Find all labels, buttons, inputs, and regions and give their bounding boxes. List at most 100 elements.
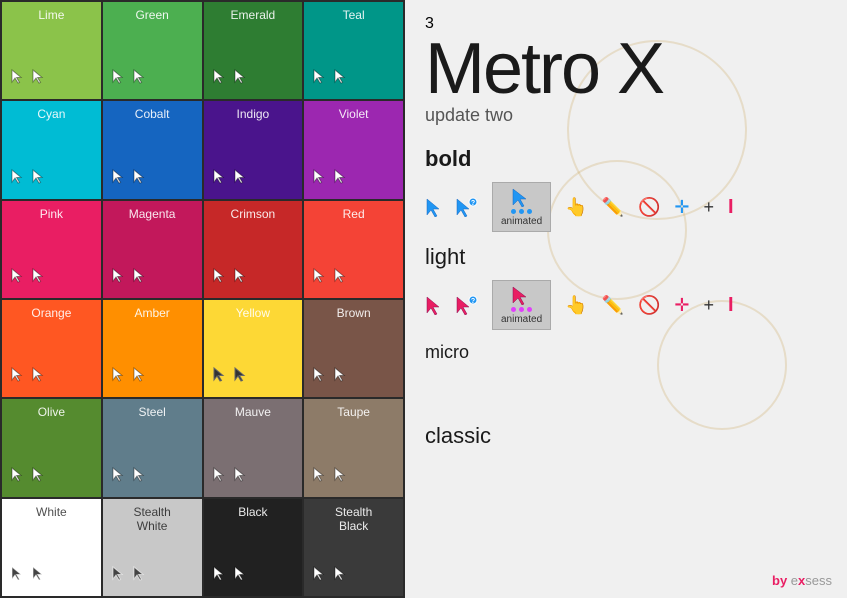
dot2 [519,209,524,214]
cursor-arrow-1 [132,466,145,487]
svg-text:?: ? [471,298,475,305]
color-tile-taupe[interactable]: Taupe [304,399,403,496]
cursor-row [10,366,44,391]
cursor-arrow-1 [132,565,145,586]
cursor-row [212,68,246,93]
cursor-arrow-1 [233,565,246,586]
light-animated-label: animated [501,314,542,325]
cursor-row [10,168,44,193]
color-tile-green[interactable]: Green [103,2,202,99]
cursor-row [111,267,145,292]
cursor-arrow-1 [333,366,346,387]
tile-label: Violet [312,107,395,121]
tile-label: Yellow [212,306,295,320]
ldot2 [519,307,524,312]
light-hand-cursor: 👆 [565,295,587,316]
app-title: Metro X [425,33,827,105]
cursor-row [111,366,145,391]
cursor-arrow-0 [312,68,325,89]
cursor-arrow-0 [111,366,124,387]
cursor-arrow-0 [312,565,325,586]
color-tile-emerald[interactable]: Emerald [204,2,303,99]
tile-label: Cobalt [111,107,194,121]
cursor-arrow-1 [31,267,44,288]
tile-label: Mauve [212,405,295,419]
color-tile-cobalt[interactable]: Cobalt [103,101,202,198]
right-panel: 3 Metro X update two bold ? [405,0,847,598]
cursor-row [212,466,246,491]
color-tile-amber[interactable]: Amber [103,300,202,397]
bold-showcase: ? animated 👆 ✏️ 🚫 ✛ + I [425,182,827,232]
tile-label: Emerald [212,8,295,22]
dot3 [527,209,532,214]
color-tile-cyan[interactable]: Cyan [2,101,101,198]
cursor-row [111,68,145,93]
light-cross-cursor: + [704,295,715,316]
cursor-arrow-0 [10,168,23,189]
color-tile-white[interactable]: White [2,499,101,596]
cursor-arrow-1 [233,68,246,89]
color-tile-indigo[interactable]: Indigo [204,101,303,198]
bold-animated-box: animated [492,182,551,232]
cursor-arrow-1 [132,168,145,189]
color-tile-black[interactable]: Black [204,499,303,596]
cursor-arrow-1 [233,466,246,487]
color-tile-stealthblack[interactable]: Stealth Black [304,499,403,596]
bold-hand-cursor: 👆 [565,197,587,218]
cursor-row [312,466,346,491]
bold-animated-label: animated [501,216,542,227]
cursor-arrow-1 [132,267,145,288]
color-tile-stealthwhite[interactable]: Stealth White [103,499,202,596]
bold-cross-cursor: + [704,197,715,218]
cursor-row [111,466,145,491]
cursor-arrow-1 [31,466,44,487]
light-normal-cursor [425,295,441,315]
cursor-row [111,565,145,590]
tile-label: Red [312,207,395,221]
light-animated-dots [511,307,532,312]
cursor-row [312,168,346,193]
tile-label: Orange [10,306,93,320]
tile-label: Amber [111,306,194,320]
cursor-row [312,267,346,292]
color-tile-lime[interactable]: Lime [2,2,101,99]
tile-label: Stealth White [111,505,194,534]
cursor-arrow-1 [233,366,246,387]
cursor-arrow-1 [333,565,346,586]
color-tile-olive[interactable]: Olive [2,399,101,496]
cursor-row [10,267,44,292]
cursor-arrow-1 [333,68,346,89]
cursor-arrow-1 [132,366,145,387]
color-tile-orange[interactable]: Orange [2,300,101,397]
color-tile-crimson[interactable]: Crimson [204,201,303,298]
exsess-highlight: x [798,573,805,588]
color-tile-teal[interactable]: Teal [304,2,403,99]
section-bold: bold [425,146,827,172]
cursor-row [111,168,145,193]
cursor-arrow-1 [233,267,246,288]
color-tile-yellow[interactable]: Yellow [204,300,303,397]
color-tile-magenta[interactable]: Magenta [103,201,202,298]
cursor-row [10,68,44,93]
color-tile-mauve[interactable]: Mauve [204,399,303,496]
tile-label: Indigo [212,107,295,121]
cursor-arrow-0 [10,68,23,89]
light-no-cursor: 🚫 [638,295,660,316]
cursor-row [10,466,44,491]
cursor-arrow-0 [10,366,23,387]
light-pencil-cursor: ✏️ [602,295,624,316]
cursor-arrow-1 [31,366,44,387]
color-tile-brown[interactable]: Brown [304,300,403,397]
ldot3 [527,307,532,312]
color-tile-steel[interactable]: Steel [103,399,202,496]
cursor-arrow-0 [212,565,225,586]
color-tile-red[interactable]: Red [304,201,403,298]
light-showcase: ? animated 👆 ✏️ 🚫 ✛ + I [425,280,827,330]
color-tile-violet[interactable]: Violet [304,101,403,198]
cursor-arrow-1 [31,565,44,586]
light-move-cursor: ✛ [674,295,689,316]
cursor-row [312,68,346,93]
color-tile-pink[interactable]: Pink [2,201,101,298]
title-text: Metro X [425,29,663,109]
tile-label: Teal [312,8,395,22]
